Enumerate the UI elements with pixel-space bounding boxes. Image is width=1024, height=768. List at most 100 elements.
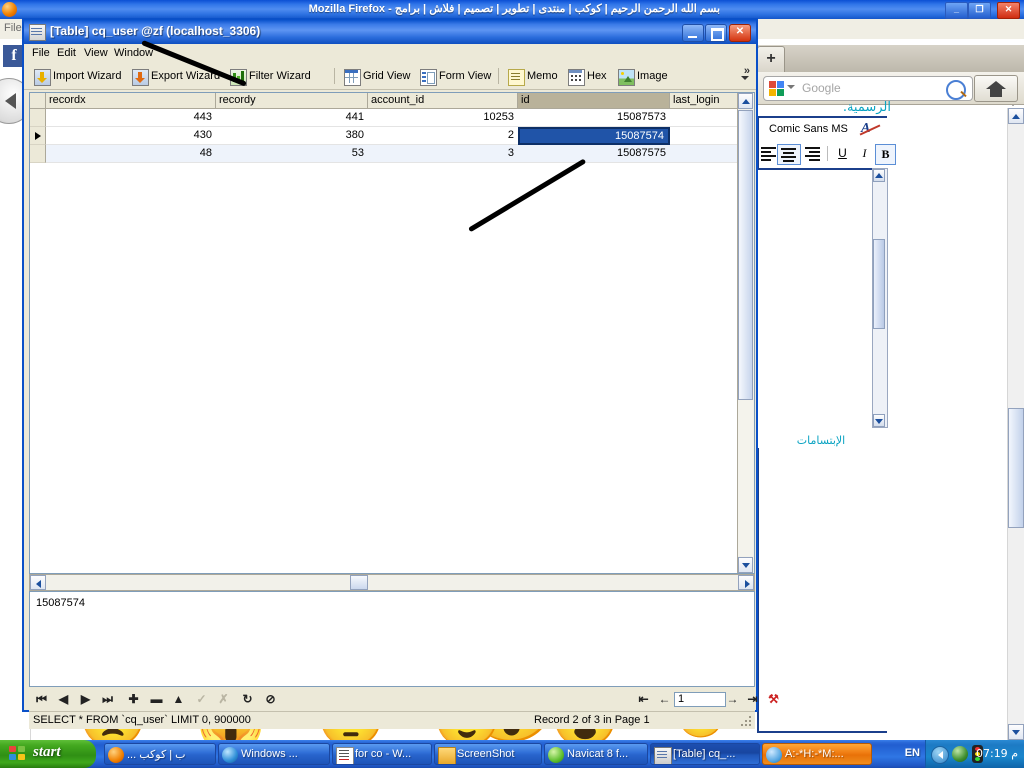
grid-scroll-thumb[interactable] <box>738 110 753 400</box>
grid-header-recordy[interactable]: recordy <box>216 93 368 109</box>
grid-view-label: Grid View <box>363 70 411 82</box>
cell-recordx[interactable]: 430 <box>46 127 216 145</box>
cell-last-login[interactable] <box>670 145 740 163</box>
grid-header-account-id[interactable]: account_id <box>368 93 518 109</box>
italic-button[interactable]: I <box>855 144 874 163</box>
scroll-thumb[interactable] <box>873 239 885 329</box>
cell-recordx[interactable]: 48 <box>46 145 216 163</box>
menu-view[interactable]: View <box>84 47 108 59</box>
previous-page-button[interactable]: ← <box>657 692 672 707</box>
table-row[interactable]: 48 53 3 15087575 <box>30 145 754 163</box>
chevron-left-icon[interactable] <box>931 746 949 764</box>
align-right-icon[interactable] <box>803 144 823 163</box>
table-row[interactable]: 430 380 2 15087574 <box>30 127 754 145</box>
cell-last-login[interactable] <box>670 127 740 145</box>
cell-id[interactable]: 15087573 <box>518 109 670 127</box>
grid-vertical-scrollbar[interactable] <box>737 93 754 573</box>
next-record-button[interactable]: ▶ <box>78 692 93 707</box>
resize-grip[interactable] <box>741 716 753 728</box>
refresh-button[interactable]: ↻ <box>240 692 255 707</box>
cell-recordy[interactable]: 53 <box>216 145 368 163</box>
navicat-minimize-button[interactable] <box>682 24 704 42</box>
language-indicator[interactable]: EN <box>905 747 920 759</box>
home-button[interactable] <box>974 75 1018 102</box>
data-grid[interactable]: recordx recordy account_id id last_login… <box>29 92 755 574</box>
scroll-down-arrow[interactable] <box>873 414 885 427</box>
google-icon[interactable] <box>769 81 784 96</box>
cell-recordx[interactable]: 443 <box>46 109 216 127</box>
previous-record-button[interactable]: ◀ <box>56 692 71 707</box>
first-page-button[interactable]: ⇤ <box>636 692 651 707</box>
taskbar-button-word[interactable]: for co - W... <box>332 743 432 765</box>
edit-record-button[interactable]: ▲ <box>171 692 186 707</box>
bold-button[interactable]: B <box>875 144 896 165</box>
grid-hscroll-thumb[interactable] <box>350 575 368 590</box>
page-settings-button[interactable]: ⚒ <box>766 692 781 707</box>
browser-maximize-button[interactable]: ❐ <box>968 2 991 19</box>
grid-scroll-up-arrow[interactable] <box>738 93 753 109</box>
menu-file[interactable]: File <box>32 47 50 59</box>
cell-last-login[interactable] <box>670 109 740 127</box>
grid-view-icon <box>344 69 361 86</box>
taskbar-button-table-active[interactable]: [Table] cq_... <box>650 743 760 765</box>
remove-formatting-icon[interactable]: A <box>861 121 879 138</box>
navicat-maximize-button[interactable] <box>705 24 727 42</box>
editor-scrollbar[interactable] <box>872 168 888 428</box>
align-center-icon[interactable] <box>777 144 801 165</box>
magnifier-icon[interactable] <box>946 80 966 100</box>
taskbar-button-screenshot[interactable]: ScreenShot <box>434 743 542 765</box>
grid-header-recordx[interactable]: recordx <box>46 93 216 109</box>
stop-button[interactable]: ⊘ <box>263 692 278 707</box>
underline-button[interactable]: U <box>833 144 852 163</box>
page-scroll-up-arrow[interactable] <box>1008 108 1024 124</box>
memo-panel[interactable]: 15087574 <box>29 591 755 687</box>
browser-close-button[interactable]: ✕ <box>997 2 1020 19</box>
start-button[interactable]: start <box>0 740 96 768</box>
taskbar-button-navicat[interactable]: Navicat 8 f... <box>544 743 648 765</box>
page-scrollbar[interactable] <box>1007 108 1024 740</box>
grid-scroll-down-arrow[interactable] <box>738 557 753 573</box>
first-record-button[interactable]: ⏮ <box>34 692 49 707</box>
grid-scroll-right-arrow[interactable] <box>738 575 754 590</box>
cell-account-id[interactable]: 10253 <box>368 109 518 127</box>
search-input[interactable]: Google <box>763 76 973 101</box>
cell-id-selected[interactable]: 15087574 <box>518 127 670 145</box>
align-left-icon[interactable] <box>761 147 776 161</box>
menu-edit[interactable]: Edit <box>57 47 76 59</box>
chevron-down-icon[interactable] <box>787 85 795 89</box>
grid-header-id[interactable]: id <box>518 93 670 109</box>
last-record-button[interactable]: ⏭ <box>100 692 115 707</box>
browser-minimize-button[interactable]: _ <box>945 2 968 19</box>
cell-account-id[interactable]: 2 <box>368 127 518 145</box>
cell-recordy[interactable]: 441 <box>216 109 368 127</box>
scroll-up-arrow[interactable] <box>873 169 885 182</box>
browser-menu-file[interactable]: File <box>4 22 22 34</box>
cell-recordy[interactable]: 380 <box>216 127 368 145</box>
page-number-input[interactable]: 1 <box>674 692 726 707</box>
next-page-button[interactable]: → <box>725 692 740 707</box>
taskbar-button-firefox[interactable]: ب | كوكب ... <box>104 743 216 765</box>
menu-window[interactable]: Window <box>114 47 153 59</box>
navicat-close-button[interactable]: ✕ <box>729 24 751 42</box>
grid-scroll-left-arrow[interactable] <box>30 575 46 590</box>
taskbar-button-windows-media[interactable]: Windows ... <box>218 743 330 765</box>
page-scroll-down-arrow[interactable] <box>1008 724 1024 740</box>
cell-id[interactable]: 15087575 <box>518 145 670 163</box>
network-icon[interactable] <box>952 746 968 762</box>
font-name-selector[interactable]: Comic Sans MS <box>769 123 848 135</box>
page-scroll-thumb[interactable] <box>1008 408 1024 528</box>
chevron-down-icon[interactable] <box>741 76 749 80</box>
grid-header-indicator <box>30 93 46 109</box>
taskbar-button-messenger-flashing[interactable]: A:-*H:-*M:... <box>762 743 872 765</box>
delete-record-button[interactable]: ▬ <box>149 692 164 707</box>
memo-value[interactable]: 15087574 <box>36 597 85 609</box>
navicat-title-bar[interactable]: [Table] cq_user @zf (localhost_3306) ✕ <box>24 20 756 44</box>
cell-account-id[interactable]: 3 <box>368 145 518 163</box>
grid-header-last-login[interactable]: last_login <box>670 93 740 109</box>
last-page-button[interactable]: ⇥ <box>745 692 760 707</box>
tray-clock[interactable]: 07:19 م <box>976 747 1018 760</box>
grid-horizontal-scrollbar[interactable] <box>29 574 755 591</box>
new-tab-button[interactable]: + <box>757 46 785 72</box>
add-record-button[interactable]: ✚ <box>126 692 141 707</box>
table-row[interactable]: 443 441 10253 15087573 <box>30 109 754 127</box>
